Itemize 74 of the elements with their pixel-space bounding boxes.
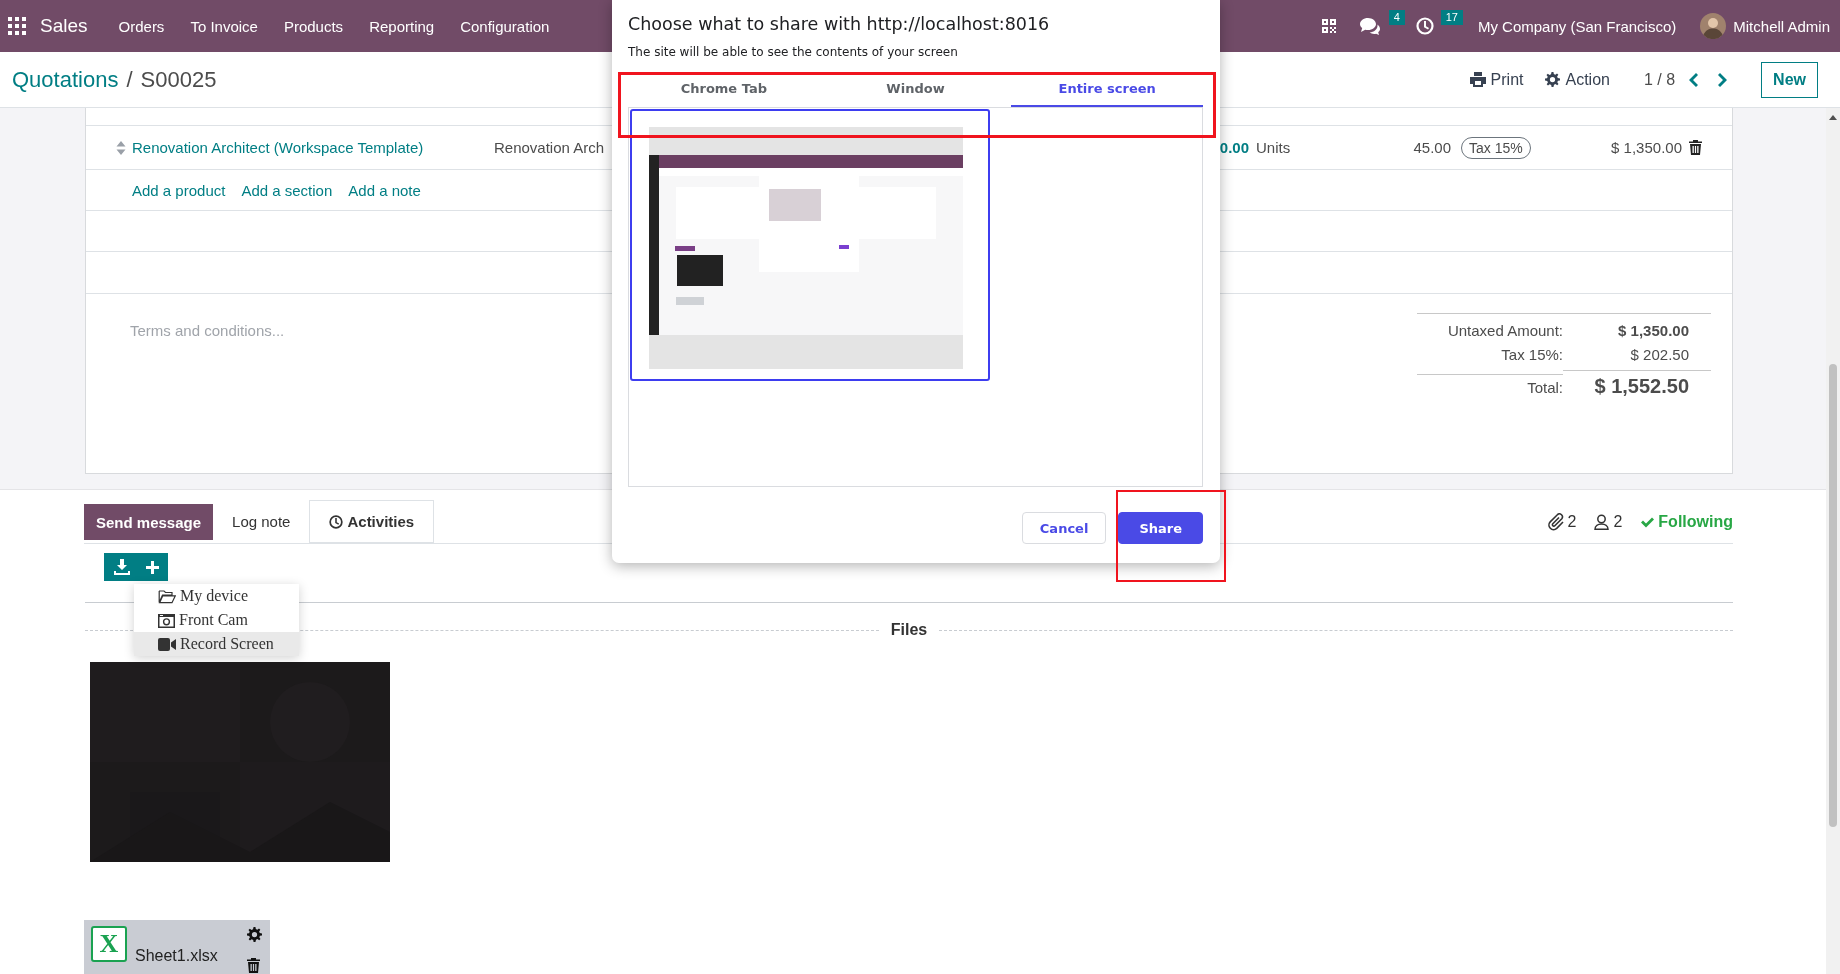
total-value: $ 1,350.00: [1617, 322, 1690, 339]
file-type-icon: X: [91, 926, 127, 962]
record-title: S00025: [140, 66, 217, 93]
section-heading: Files: [890, 621, 928, 639]
gear-icon[interactable]: [1545, 72, 1561, 87]
gear-icon[interactable]: [247, 927, 262, 942]
menu-item[interactable]: Configuration: [447, 0, 563, 52]
printer-icon[interactable]: [1469, 72, 1486, 87]
total-label: Untaxed Amount:: [1446, 322, 1563, 339]
clock-icon[interactable]: [329, 514, 344, 529]
print-menu[interactable]: Print: [1490, 70, 1524, 89]
menu-item[interactable]: Orders: [105, 0, 178, 52]
activity-icon[interactable]: [1415, 17, 1434, 35]
download-icon: [114, 559, 130, 575]
total-label: Tax 15%:: [1500, 346, 1563, 363]
menu-item[interactable]: Products: [270, 0, 357, 52]
check-icon: [1640, 515, 1655, 528]
total-value: $ 202.50: [1629, 346, 1690, 363]
product-link[interactable]: Renovation Architect (Workspace Template): [132, 139, 494, 156]
person-icon[interactable]: [1594, 513, 1610, 530]
user-avatar[interactable]: [1700, 13, 1727, 39]
paperclip-icon[interactable]: [1547, 512, 1564, 531]
tab[interactable]: Window: [819, 72, 1012, 107]
apps-menu-icon[interactable]: [8, 17, 26, 35]
table-cell-text: 45.00: [1412, 139, 1451, 156]
folder-icon: [158, 588, 176, 604]
message-count: 4: [1388, 10, 1405, 25]
file-name: Sheet1.xlsx: [135, 946, 219, 966]
breadcrumb-separator: /: [126, 66, 133, 93]
follower-count[interactable]: 2: [1613, 512, 1623, 531]
upload-toolbar[interactable]: [104, 553, 168, 581]
table-cell-text: 0.00: [1218, 139, 1249, 156]
new-button[interactable]: New: [1761, 61, 1818, 98]
menu-item[interactable]: To Invoice: [177, 0, 271, 52]
chat-icon[interactable]: [1359, 17, 1380, 35]
attachment-count[interactable]: 2: [1567, 512, 1577, 531]
menu-item[interactable]: My device: [134, 584, 299, 608]
scroll-up-icon[interactable]: [1829, 115, 1837, 120]
user-name[interactable]: Mitchell Admin: [1733, 17, 1830, 35]
plus-icon: [146, 560, 159, 574]
dialog-title: Choose what to share with http://localhost:8016: [628, 14, 1051, 36]
screen-option[interactable]: [630, 109, 990, 381]
action-menu[interactable]: Action: [1565, 70, 1610, 89]
pager-value: 1 / 8: [1643, 70, 1676, 89]
add-line-link[interactable]: Add a note: [348, 181, 421, 199]
table-cell-text: Renovation Arch: [494, 139, 606, 156]
activity-count: 17: [1440, 10, 1463, 25]
menu-item[interactable]: Reporting: [356, 0, 448, 52]
dialog-subtitle: The site will be able to see the contents of your screen: [628, 45, 959, 61]
table-cell-text: Units: [1255, 139, 1292, 156]
previous-icon[interactable]: [1687, 71, 1700, 88]
activities-button[interactable]: Activities: [309, 500, 435, 543]
table-cell-text: $ 1,350.00: [1610, 139, 1682, 156]
video-camera-icon: [158, 637, 176, 651]
send-message-button[interactable]: Send message: [84, 504, 214, 540]
tab[interactable]: Chrome Tab: [628, 72, 820, 107]
drag-handle-icon[interactable]: [116, 139, 126, 156]
breadcrumb-link[interactable]: Quotations: [12, 66, 119, 93]
app-title[interactable]: Sales: [32, 15, 106, 37]
qr-code-icon[interactable]: [1321, 19, 1336, 33]
menu-item[interactable]: Record Screen: [134, 632, 299, 656]
next-icon[interactable]: [1717, 71, 1730, 88]
total-label: Total:: [1417, 374, 1563, 396]
share-button[interactable]: Share: [1118, 512, 1203, 544]
menu-item[interactable]: Front Cam: [134, 608, 299, 632]
total-value: $ 1,552.50: [1563, 370, 1711, 398]
trash-icon[interactable]: [1689, 140, 1702, 155]
add-line-link[interactable]: Add a section: [241, 181, 333, 199]
scrollbar-thumb[interactable]: [1829, 364, 1837, 827]
trash-icon[interactable]: [247, 958, 260, 973]
camera-icon: [158, 612, 175, 628]
add-line-link[interactable]: Add a product: [132, 181, 226, 199]
cancel-button[interactable]: Cancel: [1021, 512, 1107, 544]
attachment-card[interactable]: X Sheet1.xlsx: [84, 920, 270, 974]
